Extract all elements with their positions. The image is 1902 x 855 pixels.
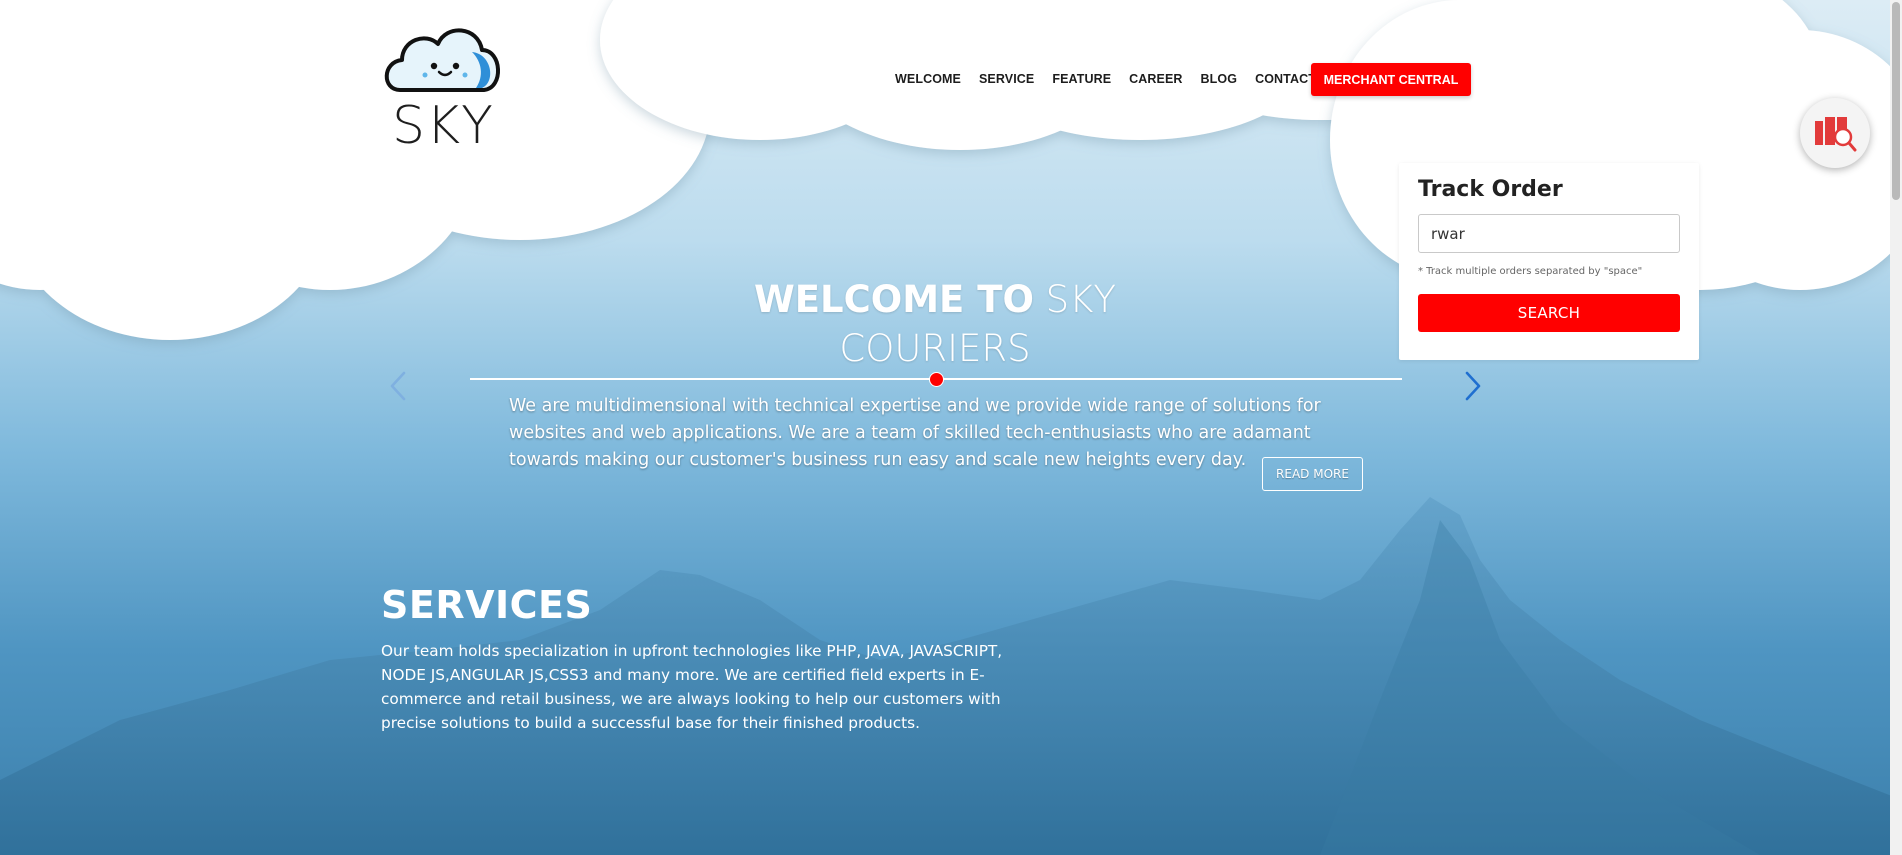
logo-text: SKY [392,96,494,156]
nav-item-service[interactable]: SERVICE [979,72,1034,86]
track-search-icon [1815,117,1857,152]
nav-item-contact[interactable]: CONTACT [1255,72,1316,86]
services-description: Our team holds specialization in upfront… [381,642,1003,732]
track-order-title: Track Order [1418,177,1563,202]
main-nav: WELCOME SERVICE FEATURE CAREER BLOG CONT… [895,72,1334,86]
track-order-input[interactable] [1418,214,1680,253]
slider-indicator-dot[interactable] [929,372,944,387]
hero-title-couriers: COURIERS [839,327,1031,370]
hero-description: We are multidimensional with technical e… [509,396,1321,470]
merchant-central-button[interactable]: MERCHANT CENTRAL [1311,63,1471,96]
hero-title: WELCOME TO SKY COURIERS [660,275,1210,373]
read-more-button[interactable]: READ MORE [1262,457,1363,491]
track-widget-button[interactable] [1800,98,1870,168]
nav-item-feature[interactable]: FEATURE [1052,72,1111,86]
nav-item-welcome[interactable]: WELCOME [895,72,961,86]
chevron-left-icon[interactable] [386,369,410,403]
search-button[interactable]: SEARCH [1418,294,1680,332]
page-scrollbar[interactable] [1890,0,1902,855]
nav-item-career[interactable]: CAREER [1129,72,1182,86]
scrollbar-thumb[interactable] [1892,2,1900,200]
track-order-card: Track Order * Track multiple orders sepa… [1399,163,1699,360]
services-heading: SERVICES [381,583,593,627]
chevron-right-icon[interactable] [1461,369,1485,403]
nav-item-blog[interactable]: BLOG [1201,72,1238,86]
track-order-hint: * Track multiple orders separated by "sp… [1418,266,1643,277]
hero-title-sky: SKY [1045,278,1117,321]
hero-title-bold: WELCOME TO [753,278,1034,321]
